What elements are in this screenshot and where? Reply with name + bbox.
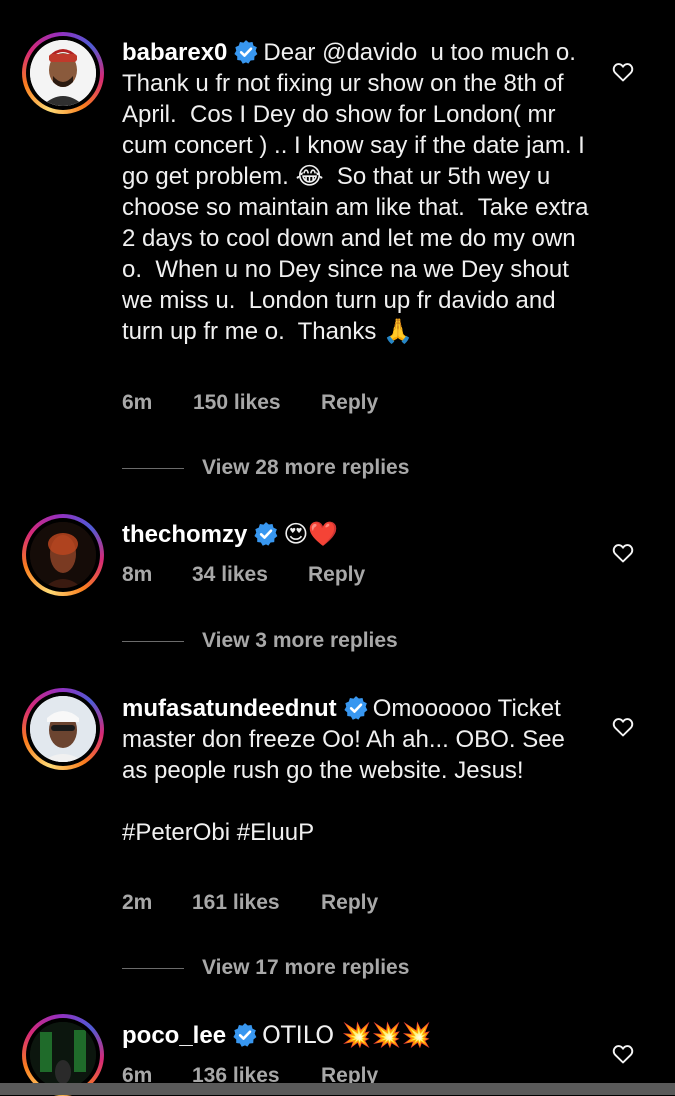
comment-username[interactable]: mufasatundeednut xyxy=(122,695,337,722)
comment-time: 8m xyxy=(122,563,153,586)
comment-username[interactable]: thechomzy xyxy=(122,521,247,548)
avatar xyxy=(30,696,96,762)
comment-username[interactable]: poco_lee xyxy=(122,1022,226,1049)
reply-button[interactable]: Reply xyxy=(321,391,378,415)
likes-count[interactable]: 161 likes xyxy=(192,891,280,915)
avatar xyxy=(30,522,96,588)
heart-outline-icon[interactable] xyxy=(611,541,635,565)
avatar xyxy=(30,1022,96,1088)
heart-outline-icon[interactable] xyxy=(611,715,635,739)
avatar-ring[interactable] xyxy=(22,688,104,770)
avatar xyxy=(30,40,96,106)
comment-body: 😍❤️ xyxy=(283,520,339,548)
divider-line xyxy=(122,468,184,469)
heart-outline-icon[interactable] xyxy=(611,60,635,84)
verified-badge-icon xyxy=(344,696,368,720)
comment-text: thechomzy 😍❤️ xyxy=(122,519,592,550)
view-replies-label: View 28 more replies xyxy=(202,456,410,479)
avatar-ring[interactable] xyxy=(22,514,104,596)
verified-badge-icon xyxy=(233,1023,257,1047)
view-replies-label: View 3 more replies xyxy=(202,629,398,652)
comment-username[interactable]: babarex0 xyxy=(122,39,227,66)
heart-outline-icon[interactable] xyxy=(611,1042,635,1066)
view-replies-label: View 17 more replies xyxy=(202,956,410,979)
divider-line xyxy=(122,968,184,969)
divider-line xyxy=(122,641,184,642)
comment-text: poco_lee OTILO 💥💥💥 xyxy=(122,1020,592,1051)
bottom-scroll-edge xyxy=(0,1083,675,1095)
avatar-ring[interactable] xyxy=(22,32,104,114)
comment-text: babarex0 Dear @davido u too much o. Thank… xyxy=(122,37,592,347)
comment-time: 6m xyxy=(122,391,153,414)
comment-time: 2m xyxy=(122,891,153,914)
verified-badge-icon xyxy=(254,522,278,546)
reply-button[interactable]: Reply xyxy=(308,563,365,587)
likes-count[interactable]: 150 likes xyxy=(193,391,281,415)
reply-button[interactable]: Reply xyxy=(321,891,378,915)
comment-body: OTILO 💥💥💥 xyxy=(262,1021,432,1049)
verified-badge-icon xyxy=(234,40,258,64)
comment-text: mufasatundeednut Omoooooo Ticket master d… xyxy=(122,693,592,848)
likes-count[interactable]: 34 likes xyxy=(192,563,268,587)
comment-body: Dear @davido u too much o. Thank u fr no… xyxy=(122,39,596,345)
